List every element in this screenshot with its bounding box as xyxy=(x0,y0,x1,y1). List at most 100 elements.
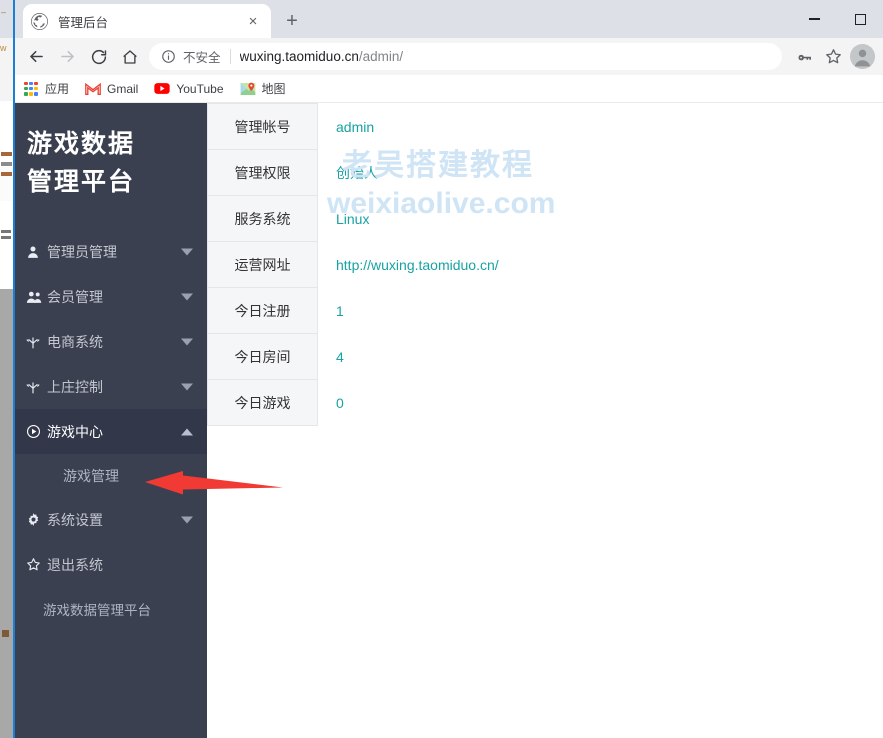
url-path: /admin/ xyxy=(359,49,403,64)
new-tab-button[interactable]: + xyxy=(279,8,305,34)
tab-title: 管理后台 xyxy=(58,12,243,31)
bookmark-youtube[interactable]: YouTube xyxy=(154,81,223,97)
row-value: 创始人 xyxy=(318,150,500,196)
address-bar[interactable]: 不安全 wuxing.taomiduo.cn/admin/ xyxy=(149,43,782,70)
gear-icon xyxy=(26,512,47,527)
window-controls xyxy=(791,0,883,38)
sidebar-item-label: 上庄控制 xyxy=(47,377,103,397)
row-key: 今日游戏 xyxy=(208,380,318,426)
table-row: 今日房间 4 xyxy=(208,334,500,380)
brand-line-1: 游戏数据 xyxy=(27,125,207,163)
tab-strip: 管理后台 × + xyxy=(15,0,883,38)
sidebar-item-admin-management[interactable]: 管理员管理 xyxy=(15,229,207,274)
sidebar-item-label: 会员管理 xyxy=(47,287,103,307)
sidebar-item-label: 电商系统 xyxy=(47,332,103,352)
row-key: 管理帐号 xyxy=(208,104,318,150)
gmail-icon xyxy=(85,81,101,97)
browser-window: 管理后台 × + xyxy=(15,0,883,738)
sidebar-item-member-management[interactable]: 会员管理 xyxy=(15,274,207,319)
sidebar-item-banker-control[interactable]: 上庄控制 xyxy=(15,364,207,409)
bookmark-gmail[interactable]: Gmail xyxy=(85,81,138,97)
maximize-icon[interactable] xyxy=(837,0,883,38)
star-icon[interactable] xyxy=(819,42,848,71)
apps-grid-icon xyxy=(23,81,39,97)
table-row: 管理帐号 admin xyxy=(208,104,500,150)
sidebar: 游戏数据 管理平台 管理员管理 xyxy=(15,103,207,738)
row-value: Linux xyxy=(318,196,500,242)
screen: – w 管理后台 × + xyxy=(0,0,883,738)
bookmark-label: 应用 xyxy=(45,80,69,97)
row-value: 0 xyxy=(318,380,500,426)
omnibox-divider xyxy=(230,49,231,64)
key-icon[interactable] xyxy=(790,42,819,71)
row-key: 管理权限 xyxy=(208,150,318,196)
users-icon xyxy=(26,290,47,304)
sidebar-item-label: 系统设置 xyxy=(47,510,103,530)
shop-tree-icon xyxy=(26,380,47,394)
row-value: 1 xyxy=(318,288,500,334)
chevron-up-icon xyxy=(181,428,193,435)
back-arrow-icon[interactable] xyxy=(21,41,52,72)
forward-arrow-icon[interactable] xyxy=(52,41,83,72)
row-key: 服务系统 xyxy=(208,196,318,242)
row-value: admin xyxy=(318,104,500,150)
background-window-strip: – w xyxy=(0,0,14,738)
bookmark-maps[interactable]: 地图 xyxy=(240,80,286,97)
sidebar-footer: 游戏数据管理平台 xyxy=(15,599,207,619)
close-icon[interactable]: × xyxy=(243,11,263,31)
chevron-down-icon xyxy=(181,383,193,390)
sidebar-menu: 管理员管理 会员管理 xyxy=(15,229,207,587)
sidebar-item-game-center[interactable]: 游戏中心 xyxy=(15,409,207,454)
table-row: 运营网址 http://wuxing.taomiduo.cn/ xyxy=(208,242,500,288)
sidebar-subitem-label: 游戏管理 xyxy=(63,466,119,486)
chevron-down-icon xyxy=(181,293,193,300)
sidebar-item-ecommerce[interactable]: 电商系统 xyxy=(15,319,207,364)
row-key: 今日注册 xyxy=(208,288,318,334)
page-content: 游戏数据 管理平台 管理员管理 xyxy=(15,103,883,738)
brand-line-2: 管理平台 xyxy=(27,163,207,201)
chevron-down-icon xyxy=(181,248,193,255)
tab-admin[interactable]: 管理后台 × xyxy=(23,4,271,38)
window-left-border xyxy=(13,0,15,738)
reload-icon[interactable] xyxy=(83,41,114,72)
sidebar-item-label: 退出系统 xyxy=(47,555,103,575)
sidebar-item-system-settings[interactable]: 系统设置 xyxy=(15,497,207,542)
play-circle-icon xyxy=(26,424,47,439)
table-row: 今日注册 1 xyxy=(208,288,500,334)
table-row: 今日游戏 0 xyxy=(208,380,500,426)
row-key: 运营网址 xyxy=(208,242,318,288)
bookmark-label: YouTube xyxy=(176,82,223,96)
home-icon[interactable] xyxy=(114,41,145,72)
star-outline-icon xyxy=(26,557,47,572)
user-icon xyxy=(26,245,47,259)
bookmark-apps[interactable]: 应用 xyxy=(23,80,69,97)
chevron-down-icon xyxy=(181,516,193,523)
bookmark-label: 地图 xyxy=(262,80,286,97)
row-value: http://wuxing.taomiduo.cn/ xyxy=(318,242,500,288)
brand-title: 游戏数据 管理平台 xyxy=(15,103,207,201)
info-table: 管理帐号 admin 管理权限 创始人 服务系统 Linux 运营网址 xyxy=(207,103,500,426)
table-row: 服务系统 Linux xyxy=(208,196,500,242)
bookmark-label: Gmail xyxy=(107,82,138,96)
sidebar-item-label: 游戏中心 xyxy=(47,422,103,442)
youtube-icon xyxy=(154,81,170,97)
url-text: wuxing.taomiduo.cn/admin/ xyxy=(240,49,404,64)
table-row: 管理权限 创始人 xyxy=(208,150,500,196)
shop-tree-icon xyxy=(26,335,47,349)
url-domain: wuxing.taomiduo.cn xyxy=(240,49,359,64)
bookmarks-bar: 应用 Gmail YouTube xyxy=(15,75,883,103)
maps-pin-icon xyxy=(240,81,256,97)
info-circle-icon xyxy=(161,49,176,64)
security-status: 不安全 xyxy=(183,47,221,66)
avatar-icon[interactable] xyxy=(850,44,875,69)
minimize-icon[interactable] xyxy=(791,0,837,38)
main-content: 管理帐号 admin 管理权限 创始人 服务系统 Linux 运营网址 xyxy=(207,103,883,738)
browser-toolbar: 不安全 wuxing.taomiduo.cn/admin/ xyxy=(15,38,883,75)
sidebar-item-logout[interactable]: 退出系统 xyxy=(15,542,207,587)
sidebar-subitem-game-management[interactable]: 游戏管理 xyxy=(15,454,207,497)
row-key: 今日房间 xyxy=(208,334,318,380)
sidebar-item-label: 管理员管理 xyxy=(47,242,117,262)
chevron-down-icon xyxy=(181,338,193,345)
globe-icon xyxy=(31,13,48,30)
row-value: 4 xyxy=(318,334,500,380)
